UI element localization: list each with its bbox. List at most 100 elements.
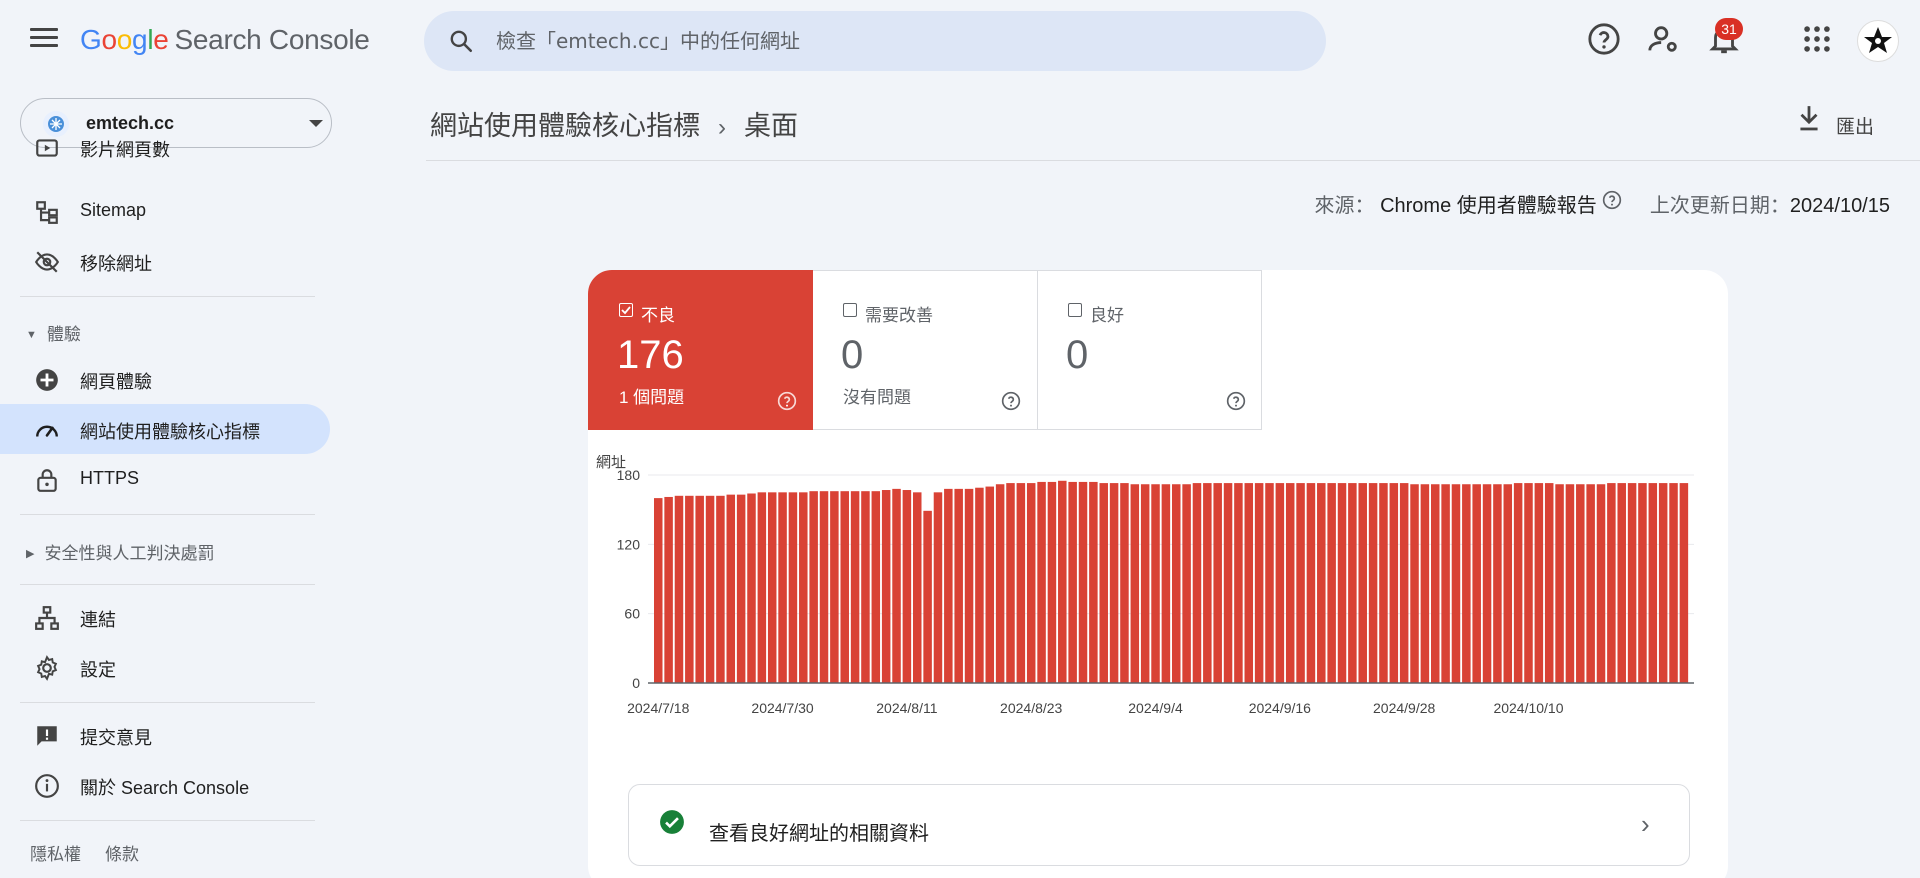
chart-bar: [1431, 484, 1440, 683]
avatar[interactable]: [1857, 20, 1899, 62]
chart-bar: [1058, 480, 1067, 683]
tile-needs-improvement[interactable]: 需要改善 0 沒有問題: [813, 270, 1038, 430]
chart-bar: [923, 510, 932, 683]
search-bar[interactable]: [424, 11, 1326, 71]
good-urls-link[interactable]: 查看良好網址的相關資料 ›: [628, 784, 1690, 866]
sidebar-item-removals[interactable]: 移除網址: [0, 236, 330, 286]
page-experience-icon: [36, 369, 58, 391]
chart-bar: [840, 491, 849, 683]
last-updated-date: 2024/10/15: [1789, 195, 1890, 217]
sidebar-item-feedback[interactable]: 提交意見: [0, 710, 330, 760]
main-menu-icon[interactable]: [30, 28, 58, 52]
x-tick-label: 2024/9/28: [1373, 700, 1435, 716]
links-icon: [35, 606, 59, 630]
search-icon[interactable]: [448, 28, 474, 54]
breadcrumb-parent[interactable]: 網站使用體驗核心指標: [430, 111, 700, 141]
chart-bar: [747, 493, 756, 683]
chart-bar: [736, 494, 746, 683]
chart-bar: [1472, 484, 1481, 683]
apps-grid-icon[interactable]: [1800, 22, 1834, 56]
chart-bar: [975, 487, 984, 683]
chart-bar: [1275, 483, 1285, 683]
help-icon[interactable]: [777, 391, 797, 411]
chart-bar: [1151, 484, 1160, 683]
sidebar-item-about[interactable]: 關於 Search Console: [0, 760, 330, 810]
chart-bar: [654, 498, 663, 683]
help-icon[interactable]: [1001, 391, 1021, 411]
y-tick-label: 0: [632, 675, 640, 691]
good-checkbox[interactable]: [1068, 303, 1082, 317]
gear-icon: [36, 655, 58, 681]
needs-improvement-checkbox[interactable]: [843, 303, 857, 317]
chart-bar: [1441, 484, 1450, 683]
chart-bar: [913, 492, 922, 683]
y-tick-label: 180: [617, 467, 641, 483]
terms-link[interactable]: 條款: [105, 845, 139, 864]
chart-bar: [1410, 484, 1419, 683]
chart-bar: [995, 484, 1005, 683]
sidebar-group-experience[interactable]: ▼ 體驗: [26, 320, 81, 345]
chart-bar: [1037, 481, 1046, 683]
lock-icon: [37, 469, 57, 492]
breadcrumb-current: 桌面: [744, 111, 798, 141]
chart-bar: [716, 495, 725, 683]
chart-bar: [1265, 483, 1274, 683]
chart-bar: [1513, 483, 1523, 683]
chart-bar: [1047, 481, 1057, 683]
chart-bar: [1078, 481, 1088, 683]
property-favicon-icon: [43, 111, 69, 137]
chart-bar: [705, 495, 715, 683]
chart-bar: [1576, 484, 1585, 683]
tile-good[interactable]: 良好 0: [1037, 270, 1262, 430]
chart-bar: [767, 492, 777, 683]
chart-bar: [1026, 483, 1036, 683]
caret-down-icon: ▼: [26, 329, 37, 341]
chart-bar: [685, 495, 694, 683]
privacy-link[interactable]: 隱私權: [30, 845, 81, 864]
chart-bar: [1358, 483, 1367, 683]
app-logo[interactable]: Google Search Console: [80, 24, 370, 56]
chart-bar: [1120, 483, 1129, 683]
chart-bar: [1317, 483, 1326, 683]
poor-checkbox[interactable]: [619, 303, 633, 317]
chart-bar: [1130, 484, 1140, 683]
chart-bar: [1617, 483, 1626, 683]
chart-bar: [1596, 484, 1606, 683]
y-tick-label: 120: [617, 536, 641, 552]
chart-bar: [1327, 483, 1336, 683]
chart-bar: [1399, 483, 1409, 683]
chart-bar: [1493, 484, 1502, 683]
sidebar-item-sitemap[interactable]: Sitemap: [0, 186, 330, 236]
chart-bar: [1016, 483, 1026, 683]
chart-bar: [964, 488, 974, 683]
sidebar-item-core-web-vitals[interactable]: 網站使用體驗核心指標: [0, 404, 330, 454]
sidebar-group-security[interactable]: ▶ 安全性與人工判決處罰: [26, 539, 214, 564]
tile-poor[interactable]: 不良 176 1 個問題: [588, 270, 813, 430]
source-help-icon[interactable]: [1602, 190, 1622, 210]
chart-bar: [1161, 484, 1171, 683]
account-settings-icon[interactable]: [1647, 22, 1681, 56]
chart-bar: [850, 491, 860, 683]
chart-bar: [1503, 484, 1513, 683]
app-product-name: Search Console: [174, 24, 370, 55]
notifications-badge: 31: [1715, 18, 1743, 40]
property-name: emtech.cc: [86, 113, 175, 133]
chart-bar: [1223, 483, 1233, 683]
sidebar-item-video-pages[interactable]: 影片網頁數: [0, 137, 330, 169]
chart-bar: [726, 494, 736, 683]
help-icon[interactable]: [1587, 22, 1621, 56]
help-icon[interactable]: [1226, 391, 1246, 411]
sidebar-item-https[interactable]: HTTPS: [0, 454, 330, 504]
chart-bar: [1658, 483, 1668, 683]
sidebar-item-page-experience[interactable]: 網頁體驗: [0, 354, 330, 404]
chevron-right-icon: ›: [1641, 809, 1650, 839]
chart-bar: [1544, 483, 1554, 683]
poor-count: 176: [617, 333, 684, 377]
chart-bar: [985, 486, 995, 683]
chart-bar: [1089, 481, 1098, 683]
search-input[interactable]: [496, 23, 1296, 59]
x-tick-label: 2024/8/11: [876, 700, 937, 716]
sidebar-item-settings[interactable]: 設定: [0, 642, 330, 692]
breadcrumb: 網站使用體驗核心指標 › 桌面: [430, 104, 798, 143]
sidebar-item-links[interactable]: 連結: [0, 592, 330, 642]
